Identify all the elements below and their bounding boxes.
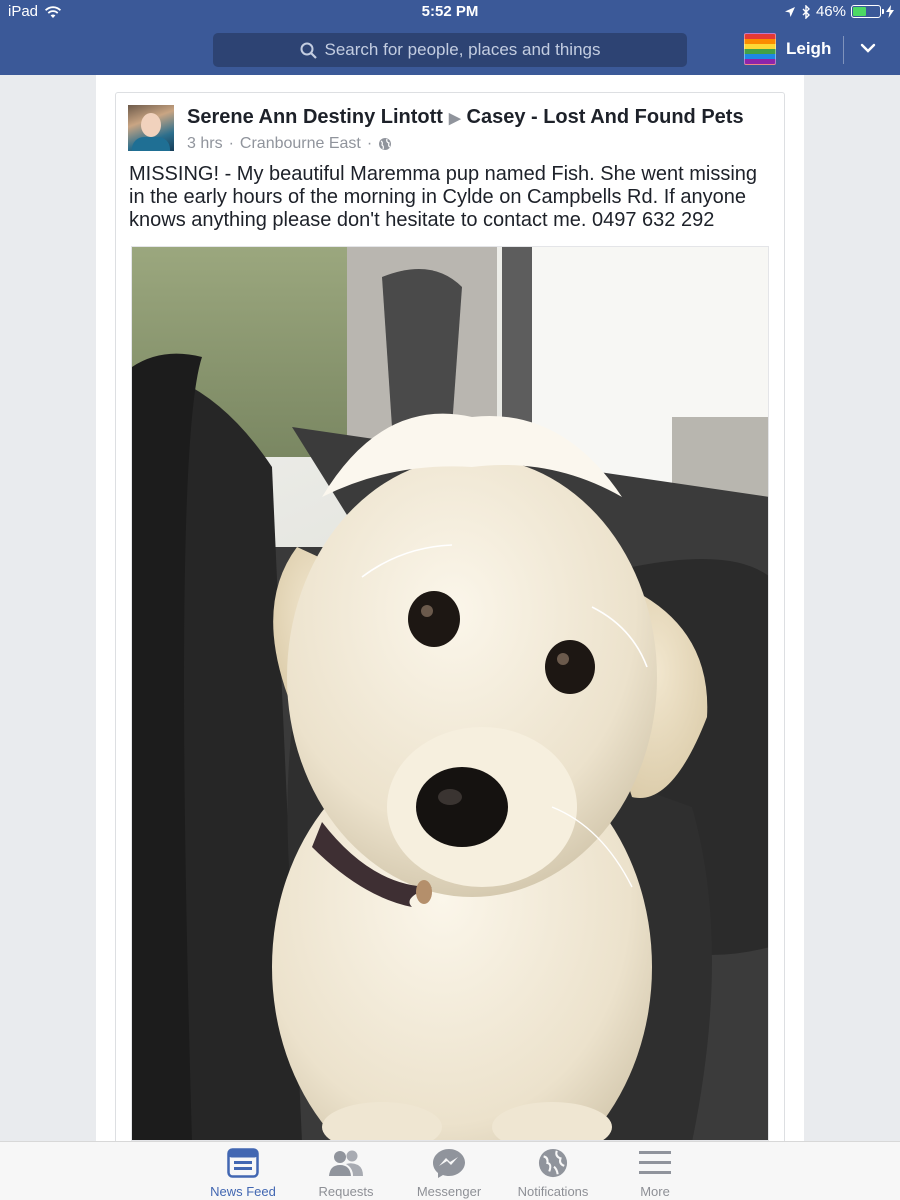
search-bar[interactable]: Search for people, places and things: [213, 33, 687, 67]
meta-separator: ·: [228, 135, 234, 152]
status-bar: iPad 5:52 PM 46%: [0, 0, 900, 24]
search-icon: [300, 42, 317, 59]
meta-separator: ·: [366, 135, 373, 152]
tab-label: Requests: [318, 1184, 374, 1199]
post-time[interactable]: 3 hrs: [187, 135, 223, 153]
tab-label: News Feed: [210, 1184, 276, 1199]
post-meta: 3 hrs · Cranbourne East ·: [187, 135, 392, 153]
group-name[interactable]: Casey - Lost And Found Pets: [467, 106, 744, 129]
post-location[interactable]: Cranbourne East: [240, 135, 361, 153]
chevron-down-icon[interactable]: [858, 38, 878, 58]
bottom-tab-bar: News Feed Requests Messenger Notificatio…: [0, 1141, 900, 1200]
tab-requests[interactable]: Requests: [291, 1148, 401, 1199]
menu-icon: [639, 1151, 671, 1174]
post-photo[interactable]: [131, 246, 769, 1141]
globe-privacy-icon: [379, 138, 392, 150]
tab-more[interactable]: More: [600, 1148, 710, 1199]
profile-avatar: [744, 33, 776, 65]
share-arrow-icon: ▶: [448, 109, 461, 127]
puppy-photo: [132, 247, 768, 1140]
charging-bolt-icon: [886, 5, 894, 18]
tab-notifications[interactable]: Notifications: [498, 1148, 608, 1199]
battery-percent: 46%: [815, 3, 846, 20]
search-placeholder: Search for people, places and things: [324, 40, 601, 59]
location-arrow-icon: [784, 6, 795, 17]
tab-messenger[interactable]: Messenger: [394, 1148, 504, 1199]
profile-name: Leigh: [786, 39, 832, 58]
header-divider: [843, 36, 844, 64]
friend-requests-icon: [329, 1150, 363, 1176]
post-header: Serene Ann Destiny Lintott ▶ Casey - Los…: [187, 106, 744, 129]
news-feed-icon: [227, 1148, 259, 1178]
tab-news-feed[interactable]: News Feed: [188, 1148, 298, 1199]
author-name[interactable]: Serene Ann Destiny Lintott: [187, 106, 443, 129]
tab-label: Messenger: [416, 1184, 482, 1199]
top-navigation-bar: iPad 5:52 PM 46% Search for people, plac…: [0, 0, 900, 75]
post-text: MISSING! - My beautiful Maremma pup name…: [129, 163, 758, 231]
battery-icon: [851, 5, 884, 18]
profile-shortcut[interactable]: Leigh: [744, 33, 831, 65]
author-avatar[interactable]: [128, 105, 174, 151]
globe-icon: [538, 1148, 568, 1178]
bluetooth-icon: [802, 4, 810, 19]
tab-label: More: [640, 1184, 670, 1199]
messenger-icon: [433, 1149, 465, 1178]
clock: 5:52 PM: [421, 3, 479, 20]
tab-label: Notifications: [517, 1184, 589, 1199]
